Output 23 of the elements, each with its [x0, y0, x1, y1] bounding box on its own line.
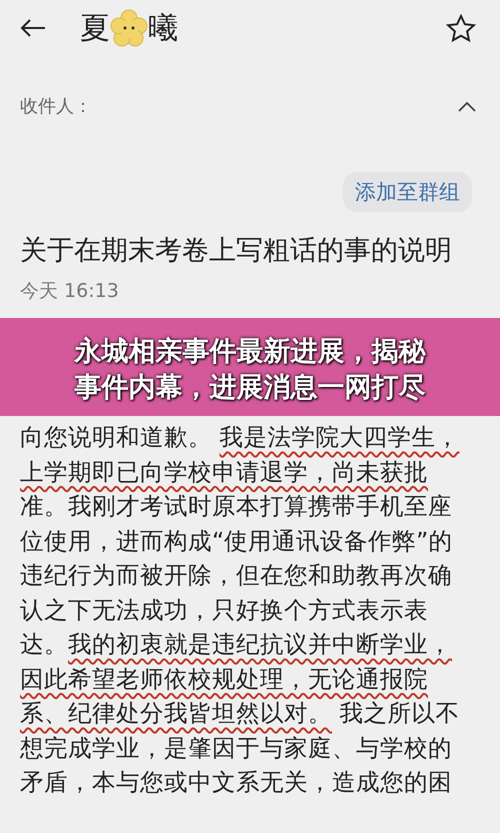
email-body-line: 位使用，进而构成“使用通讯设备作弊”的	[20, 526, 454, 556]
email-body-line: 想完成学业，是肇因于与家庭、与学校的	[20, 732, 453, 764]
headline-text: 事件内幕，进展消息一网打尽	[74, 371, 426, 405]
email-body-line: 上学期即已向学校申请退学，尚未获批	[20, 456, 429, 488]
sender-name: 夏	[80, 10, 110, 48]
chevron-up-icon[interactable]	[458, 102, 476, 112]
add-to-group-button[interactable]: 添加至群组	[343, 172, 472, 212]
email-time: 今天 16:13	[19, 279, 120, 304]
email-body-line: 达。我的初衷就是违纪抗议并中断学业，	[20, 629, 453, 660]
email-subject: 关于在期末考卷上写粗话的事的说明	[19, 234, 453, 268]
email-body-line: 认之下无法成功，只好换个方式表示表	[20, 594, 429, 626]
sender-name: 曦	[148, 10, 178, 48]
star-icon[interactable]	[446, 14, 476, 42]
email-body-line: 违纪行为而被开除，但在您和助教再次确	[20, 560, 453, 591]
email-body-line: 因此希望老师依校规处理，无论通报院	[20, 664, 429, 694]
recipient-label: 收件人：	[20, 95, 92, 118]
flower-sticker-icon	[110, 9, 148, 47]
back-arrow-icon[interactable]	[20, 18, 46, 38]
email-body-line: 矛盾，本与您或中文系无关，造成您的困	[20, 767, 453, 798]
email-body-line: 系、纪律处分我皆坦然以对。 我之所以不	[20, 698, 460, 729]
email-body-line: 准。我刚才考试时原本打算携带手机至座	[20, 491, 453, 522]
email-body-line: 向您说明和道歉。 我是法学院大四学生，	[20, 422, 460, 453]
headline-text: 永城相亲事件最新进展，揭秘	[74, 335, 426, 369]
